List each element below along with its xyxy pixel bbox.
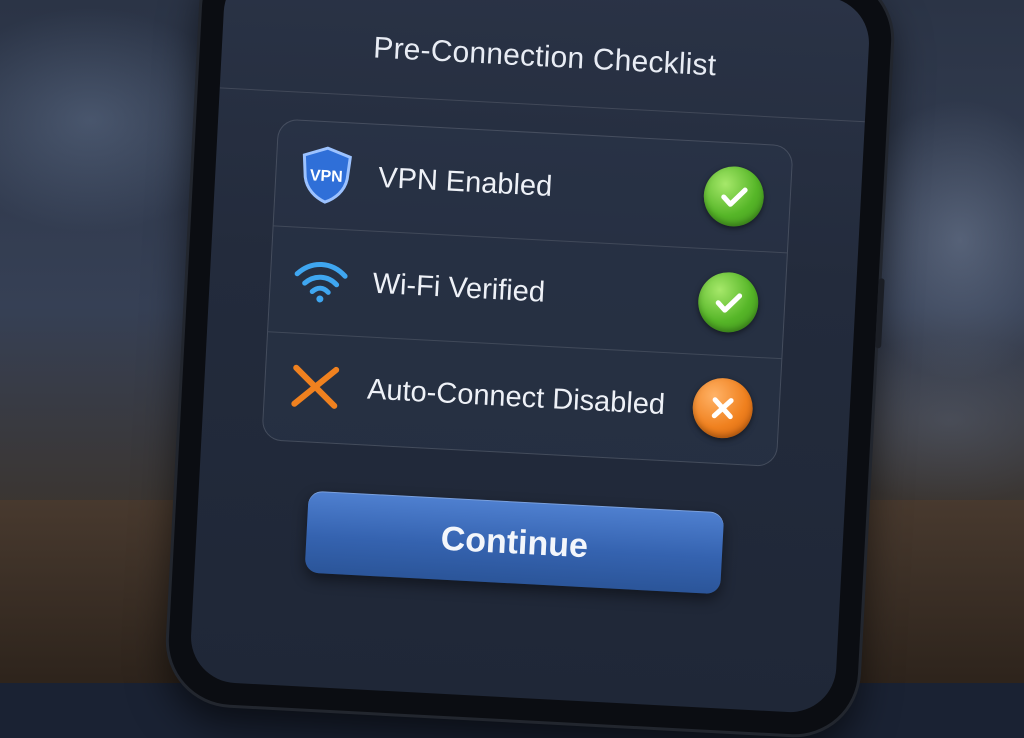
continue-button[interactable]: Continue <box>304 490 725 595</box>
wifi-icon <box>291 252 350 311</box>
checklist-item-label: Auto-Connect Disabled <box>366 373 666 421</box>
checklist-card: VPN VPN Enabled Wi-Fi Verified Auto-Conn… <box>261 118 794 468</box>
phone-screen: Pre-Connection Checklist VPN VPN Enabled <box>188 0 872 715</box>
page-title: Pre-Connection Checklist <box>372 31 718 83</box>
x-mark-icon <box>691 376 755 440</box>
checkmark-icon <box>696 270 760 334</box>
checkmark-icon <box>702 164 766 228</box>
cross-mark-icon <box>286 357 345 416</box>
svg-text:VPN: VPN <box>309 167 343 186</box>
title-divider <box>219 87 865 123</box>
checklist-item-label: Wi-Fi Verified <box>371 267 546 309</box>
checklist-item-label: VPN Enabled <box>377 161 554 203</box>
phone-device: Pre-Connection Checklist VPN VPN Enabled <box>165 0 895 738</box>
vpn-shield-icon: VPN <box>297 146 356 205</box>
